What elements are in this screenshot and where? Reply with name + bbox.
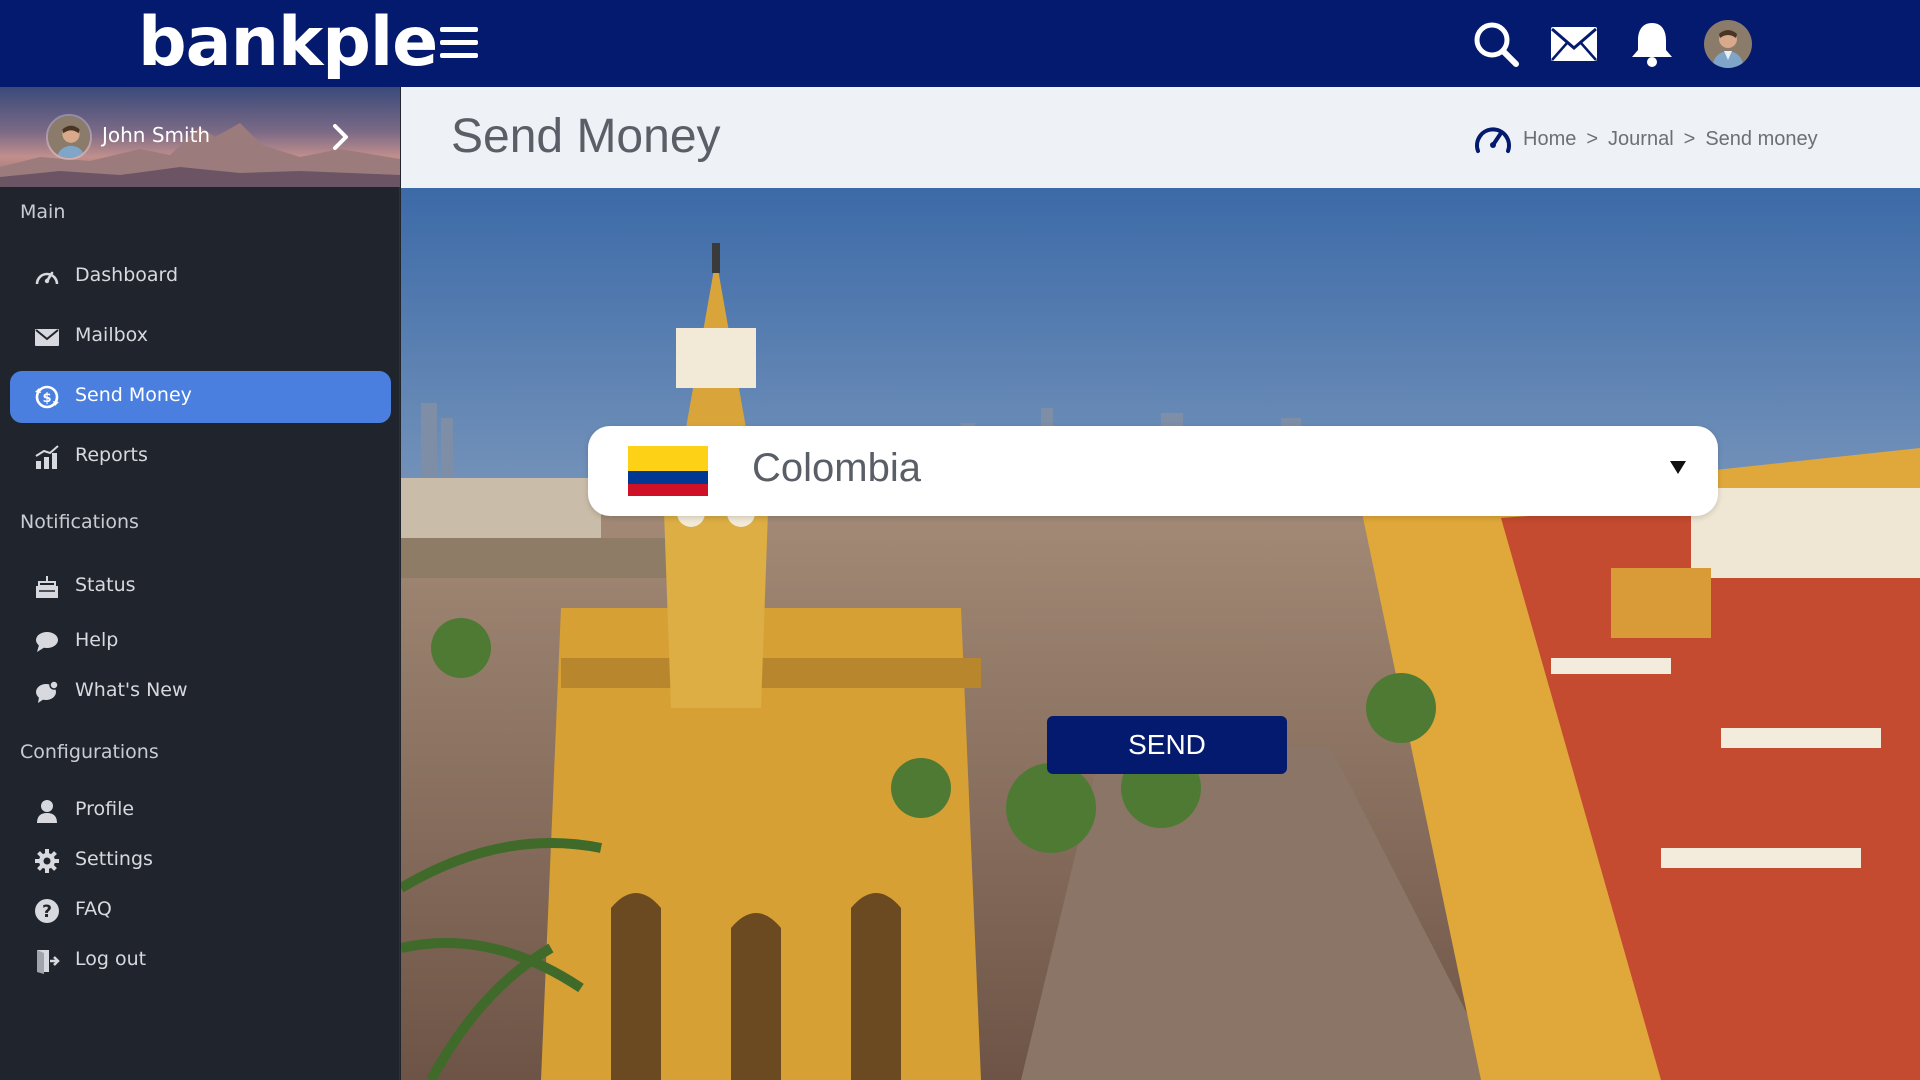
speedometer-icon xyxy=(1475,127,1511,153)
sidebar-item-label: Log out xyxy=(75,948,147,970)
colombia-flag-icon xyxy=(628,446,708,496)
sidebar-item-dashboard[interactable]: Dashboard xyxy=(10,251,391,303)
mail-icon[interactable] xyxy=(1548,18,1600,70)
brand-logo[interactable]: bankple xyxy=(138,2,438,84)
menu-icon[interactable] xyxy=(440,27,478,59)
sidebar-item-label: Dashboard xyxy=(75,264,179,286)
breadcrumb-journal[interactable]: Journal xyxy=(1608,128,1674,151)
question-icon: ? xyxy=(35,899,59,923)
send-button[interactable]: SEND xyxy=(1047,716,1287,774)
sidebar-item-faq[interactable]: ? FAQ xyxy=(10,885,391,937)
page-header: Send Money Home > Journal > Send money xyxy=(401,87,1920,188)
sidebar-item-logout[interactable]: Log out xyxy=(10,935,391,987)
status-icon xyxy=(36,576,58,598)
sidebar-item-label: Mailbox xyxy=(75,324,148,346)
country-select[interactable]: Colombia xyxy=(588,426,1718,516)
bell-icon[interactable] xyxy=(1626,18,1678,70)
dashboard-icon xyxy=(35,271,59,285)
section-configurations: Configurations xyxy=(20,741,159,763)
sidebar-item-mailbox[interactable]: Mailbox xyxy=(10,311,391,363)
top-bar: bankple xyxy=(0,0,1920,87)
breadcrumb-separator: > xyxy=(1683,127,1696,150)
sidebar-item-help[interactable]: Help xyxy=(10,616,391,668)
sidebar-item-status[interactable]: Status xyxy=(10,561,391,613)
sidebar-item-label: Send Money xyxy=(75,384,192,406)
reports-icon xyxy=(35,445,59,469)
sidebar-item-label: Settings xyxy=(75,848,153,870)
user-avatar xyxy=(46,114,92,160)
logout-icon xyxy=(37,950,60,974)
breadcrumb: Home > Journal > Send money xyxy=(1473,119,1818,159)
breadcrumb-separator: > xyxy=(1586,127,1599,150)
svg-text:?: ? xyxy=(42,902,52,922)
sidebar-item-label: Profile xyxy=(75,798,135,820)
send-money-icon: $ xyxy=(35,385,59,409)
breadcrumb-current: Send money xyxy=(1705,127,1818,150)
whats-new-icon xyxy=(36,680,59,703)
section-notifications: Notifications xyxy=(20,511,139,533)
mail-icon xyxy=(35,329,59,346)
section-main: Main xyxy=(20,201,66,223)
sidebar-item-label: What's New xyxy=(75,679,188,701)
user-name: John Smith xyxy=(102,123,211,147)
sidebar-item-label: FAQ xyxy=(75,898,112,920)
gear-icon xyxy=(35,849,59,873)
sidebar-item-profile[interactable]: Profile xyxy=(10,785,391,837)
help-chat-icon xyxy=(36,632,58,652)
sidebar: John Smith Main Dashboard Mailbox $ Send… xyxy=(0,87,400,1080)
sidebar-item-label: Help xyxy=(75,629,119,651)
user-panel[interactable]: John Smith xyxy=(0,87,400,187)
sidebar-item-reports[interactable]: Reports xyxy=(10,431,391,483)
sidebar-item-settings[interactable]: Settings xyxy=(10,835,391,887)
search-icon[interactable] xyxy=(1470,18,1522,70)
caret-down-icon[interactable] xyxy=(1668,458,1688,476)
hero-background: Colombia SEND xyxy=(401,188,1920,1080)
breadcrumb-home[interactable]: Home xyxy=(1523,128,1576,151)
sidebar-item-send-money[interactable]: $ Send Money xyxy=(10,371,391,423)
sidebar-item-label: Reports xyxy=(75,444,148,466)
svg-text:$: $ xyxy=(42,391,51,406)
avatar[interactable] xyxy=(1704,20,1752,68)
chevron-right-icon[interactable] xyxy=(330,121,352,153)
cartagena-photo xyxy=(401,188,1920,1080)
selected-country: Colombia xyxy=(752,446,921,490)
sidebar-item-label: Status xyxy=(75,574,136,596)
profile-icon xyxy=(37,800,57,823)
page-title: Send Money xyxy=(451,110,721,163)
sidebar-item-whats-new[interactable]: What's New xyxy=(10,666,391,718)
